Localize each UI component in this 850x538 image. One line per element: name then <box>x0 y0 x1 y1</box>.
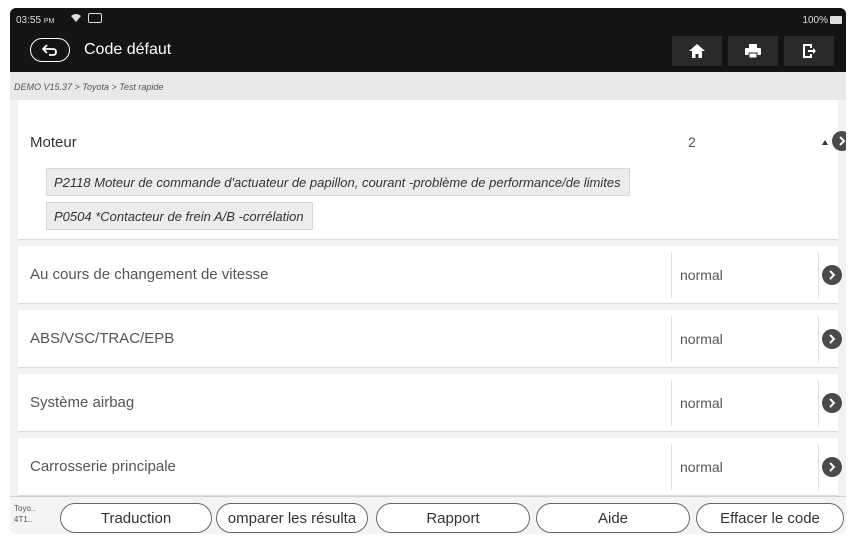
help-button[interactable]: Aide <box>536 503 690 533</box>
system-row[interactable]: Carrosserie principale normal <box>18 438 842 496</box>
bottom-action-bar: Toyo.. 4T1.. Traduction omparer les résu… <box>10 496 846 534</box>
column-divider <box>671 380 672 426</box>
top-bar: 03:55 PM 100% Code défaut <box>10 8 846 72</box>
battery-text: 100% <box>802 15 828 26</box>
collapse-caret-icon[interactable] <box>822 140 828 145</box>
app-window: 03:55 PM 100% Code défaut DEMO V15.37 > … <box>10 8 846 534</box>
chevron-right-icon[interactable] <box>822 265 842 285</box>
exit-icon <box>803 44 816 58</box>
status-time: 03:55 PM <box>16 15 55 26</box>
system-name: Système airbag <box>30 394 135 411</box>
wifi-icon <box>70 13 82 26</box>
system-value: normal <box>680 459 723 475</box>
chevron-right-icon[interactable] <box>822 329 842 349</box>
column-divider <box>671 316 672 362</box>
home-icon <box>689 44 705 58</box>
column-divider <box>671 252 672 298</box>
system-row[interactable]: Au cours de changement de vitesse normal <box>18 246 842 304</box>
system-name: Carrosserie principale <box>30 458 176 475</box>
print-icon <box>745 44 761 58</box>
notification-icon <box>88 13 102 23</box>
system-list[interactable]: Moteur 2 P2118 Moteur de commande d'actu… <box>10 100 846 496</box>
system-name: ABS/VSC/TRAC/EPB <box>30 330 175 347</box>
back-arrow-icon <box>42 44 57 56</box>
chevron-right-icon[interactable] <box>832 131 846 151</box>
report-button[interactable]: Rapport <box>376 503 530 533</box>
system-row-moteur[interactable]: Moteur 2 P2118 Moteur de commande d'actu… <box>18 100 846 240</box>
compare-results-button[interactable]: omparer les résulta <box>216 503 368 533</box>
dtc-code: P0504 *Contacteur de frein A/B -corrélat… <box>46 202 313 230</box>
translation-button[interactable]: Traduction <box>60 503 212 533</box>
system-value: normal <box>680 331 723 347</box>
home-button[interactable] <box>672 36 722 66</box>
column-divider <box>818 316 819 362</box>
column-divider <box>818 444 819 490</box>
chevron-right-icon[interactable] <box>822 457 842 477</box>
system-value: normal <box>680 267 723 283</box>
system-value: 2 <box>688 134 696 150</box>
system-row[interactable]: Système airbag normal <box>18 374 842 432</box>
chevron-right-icon[interactable] <box>822 393 842 413</box>
page-title: Code défaut <box>84 41 172 58</box>
clear-codes-button[interactable]: Effacer le code <box>696 503 844 533</box>
system-name: Moteur <box>30 134 77 151</box>
exit-button[interactable] <box>784 36 834 66</box>
system-name: Au cours de changement de vitesse <box>30 266 269 283</box>
vehicle-info: Toyo.. 4T1.. <box>14 504 36 524</box>
print-button[interactable] <box>728 36 778 66</box>
column-divider <box>671 444 672 490</box>
dtc-code: P2118 Moteur de commande d'actuateur de … <box>46 168 630 196</box>
column-divider <box>818 252 819 298</box>
system-row[interactable]: ABS/VSC/TRAC/EPB normal <box>18 310 842 368</box>
status-bar: 03:55 PM 100% <box>10 8 846 32</box>
battery-icon <box>830 16 842 24</box>
column-divider <box>818 380 819 426</box>
system-value: normal <box>680 395 723 411</box>
back-button[interactable] <box>30 38 70 62</box>
breadcrumb: DEMO V15.37 > Toyota > Test rapide <box>10 72 846 100</box>
